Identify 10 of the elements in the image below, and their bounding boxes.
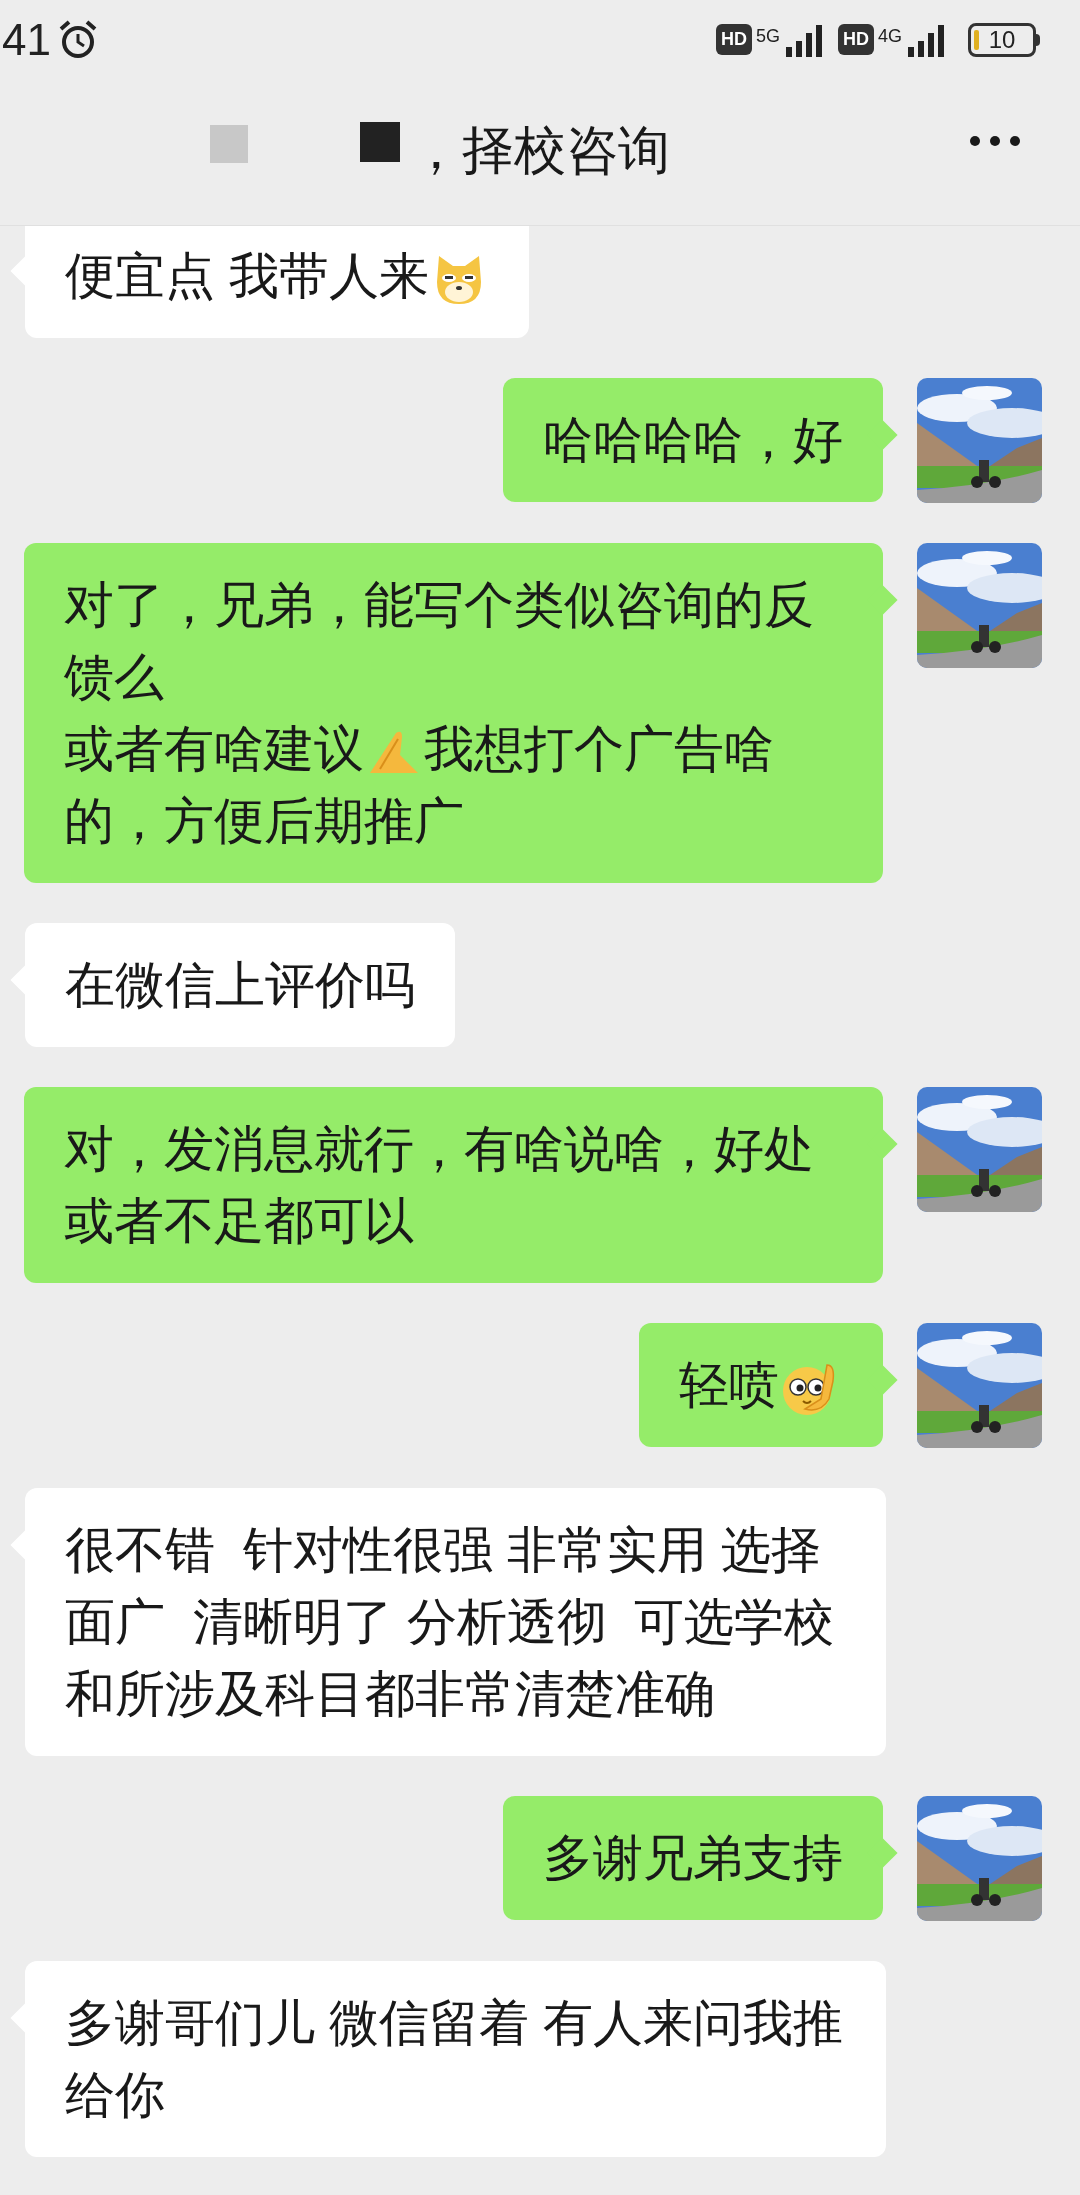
- hd-badge: HD: [838, 24, 874, 55]
- chat-title: ，择校咨询: [410, 120, 670, 181]
- battery-fill: [974, 30, 979, 50]
- redaction-block: [360, 122, 400, 162]
- hd-badge: HD: [715, 24, 752, 55]
- battery-level: 10: [988, 28, 1016, 52]
- status-time: 41: [2, 14, 51, 66]
- network-type: 4G: [878, 25, 902, 48]
- redaction-block: [210, 125, 248, 163]
- network-type: 5G: [755, 25, 780, 48]
